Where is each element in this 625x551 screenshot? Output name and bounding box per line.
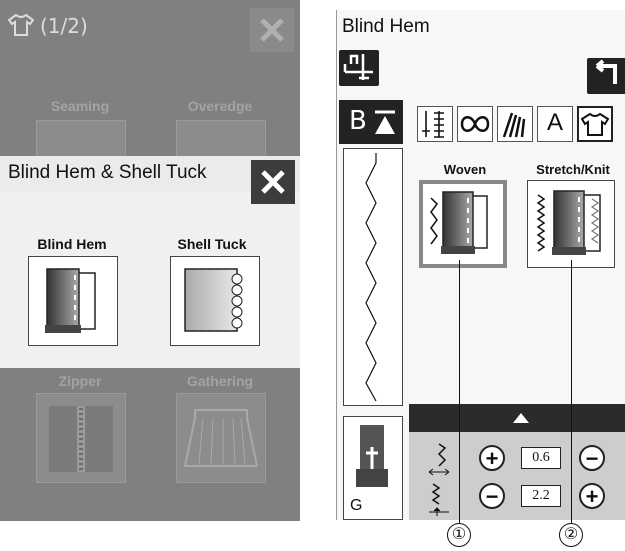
woven-thumbnail[interactable] [419,180,507,268]
blind-hem-option[interactable]: Blind Hem [12,236,132,252]
shell-tuck-thumbnail[interactable] [170,256,260,346]
tab-satin-stitch[interactable] [497,106,533,142]
plus-icon: + [585,484,599,509]
shell-tuck-option[interactable]: Shell Tuck [152,236,272,252]
back-button[interactable] [587,58,625,94]
close-button[interactable] [250,8,294,52]
chevron-up-icon [513,413,529,423]
dialog-title: Blind Hem & Shell Tuck [8,162,207,183]
width-decrease-button[interactable]: − [579,445,605,471]
stitch-mode-letter: B [349,106,367,136]
tab-alphabet[interactable]: A [537,106,573,142]
blind-hem-foot-icon [356,425,388,487]
width-increase-button[interactable]: + [479,445,505,471]
tab-utility-shirt[interactable] [577,106,613,142]
callout-1: ① [447,523,471,547]
category-label: Gathering [186,373,254,389]
mode-triangle-icon [375,110,395,134]
category-label: Seaming [50,98,110,114]
gathering-thumbnail [176,393,266,483]
minus-icon: − [485,484,499,509]
shell-tuck-fabric-icon [184,268,243,332]
blind-hem-fabric-icon [45,268,96,333]
close-icon [260,18,284,42]
stitch-preview [343,148,403,406]
dialog-header: Blind Hem & Shell Tuck [0,156,300,204]
category-zipper[interactable]: Zipper [20,373,140,389]
minus-icon: − [585,446,599,471]
page-indicator: (1/2) [40,14,88,38]
stretch-knit-fabric-icon [536,190,601,255]
option-label: Stretch/Knit [536,162,610,177]
category-top-bar: (1/2) [0,0,300,56]
option-label: Woven [443,162,487,177]
blind-hem-screen: Blind Hem B G A Woven Stretch/Knit + 0.6… [336,10,625,520]
zipper-thumbnail [36,393,126,483]
stitch-mode-indicator[interactable]: B [339,100,403,144]
category-seaming[interactable]: Seaming [20,98,140,114]
stitch-width-value: 0.6 [521,447,561,469]
shirt-icon [580,112,610,136]
screen-title: Blind Hem [342,16,430,37]
stitch-width-icon [428,443,450,476]
plus-icon: + [485,446,499,471]
callout-line-2 [571,260,572,523]
presser-foot-icon [343,54,373,80]
stretch-knit-option[interactable]: Stretch/Knit [513,162,625,177]
category-overedge[interactable]: Overedge [160,98,280,114]
category-label: Overedge [187,98,253,114]
woven-fabric-icon [430,191,488,254]
length-decrease-button[interactable]: − [479,483,505,509]
option-label: Shell Tuck [177,236,247,252]
satin-stitch-icon [502,112,526,138]
length-increase-button[interactable]: + [579,483,605,509]
blind-hem-thumbnail[interactable] [28,256,118,346]
category-label: Zipper [58,373,102,389]
callout-line-1 [459,260,460,523]
option-label: Blind Hem [37,236,107,252]
category-screen: (1/2) Seaming Overedge Zipper Gathering … [0,0,300,521]
tab-decorative-stitch[interactable] [457,106,493,142]
straight-stitch-icon [422,111,444,138]
stitch-panel: B G [339,100,403,520]
woven-option[interactable]: Woven [405,162,525,177]
decorative-stitch-icon [460,116,490,132]
return-arrow-icon [595,59,617,84]
stitch-length-icon [429,483,449,516]
presser-foot-preview: G [343,416,403,520]
tab-straight-stitch[interactable] [417,106,453,142]
blind-hem-stitch-pattern-icon [365,153,377,402]
blind-hem-shell-tuck-dialog: Blind Hem & Shell Tuck Blind Hem Shell T… [0,156,300,368]
category-gathering[interactable]: Gathering [160,373,280,389]
close-icon [261,170,285,194]
shirt-icon [7,13,35,36]
alphabet-tab-label: A [546,109,563,136]
dialog-close-button[interactable] [251,160,295,204]
callout-2: ② [559,523,583,547]
presser-foot-button[interactable] [339,50,379,86]
presser-foot-letter: G [350,497,363,514]
adjust-panel-collapse-bar[interactable] [409,404,625,432]
stitch-length-value: 2.2 [521,485,561,507]
stitch-adjust-panel: + 0.6 − − 2.2 + [409,404,625,520]
stretch-knit-thumbnail[interactable] [527,180,615,268]
